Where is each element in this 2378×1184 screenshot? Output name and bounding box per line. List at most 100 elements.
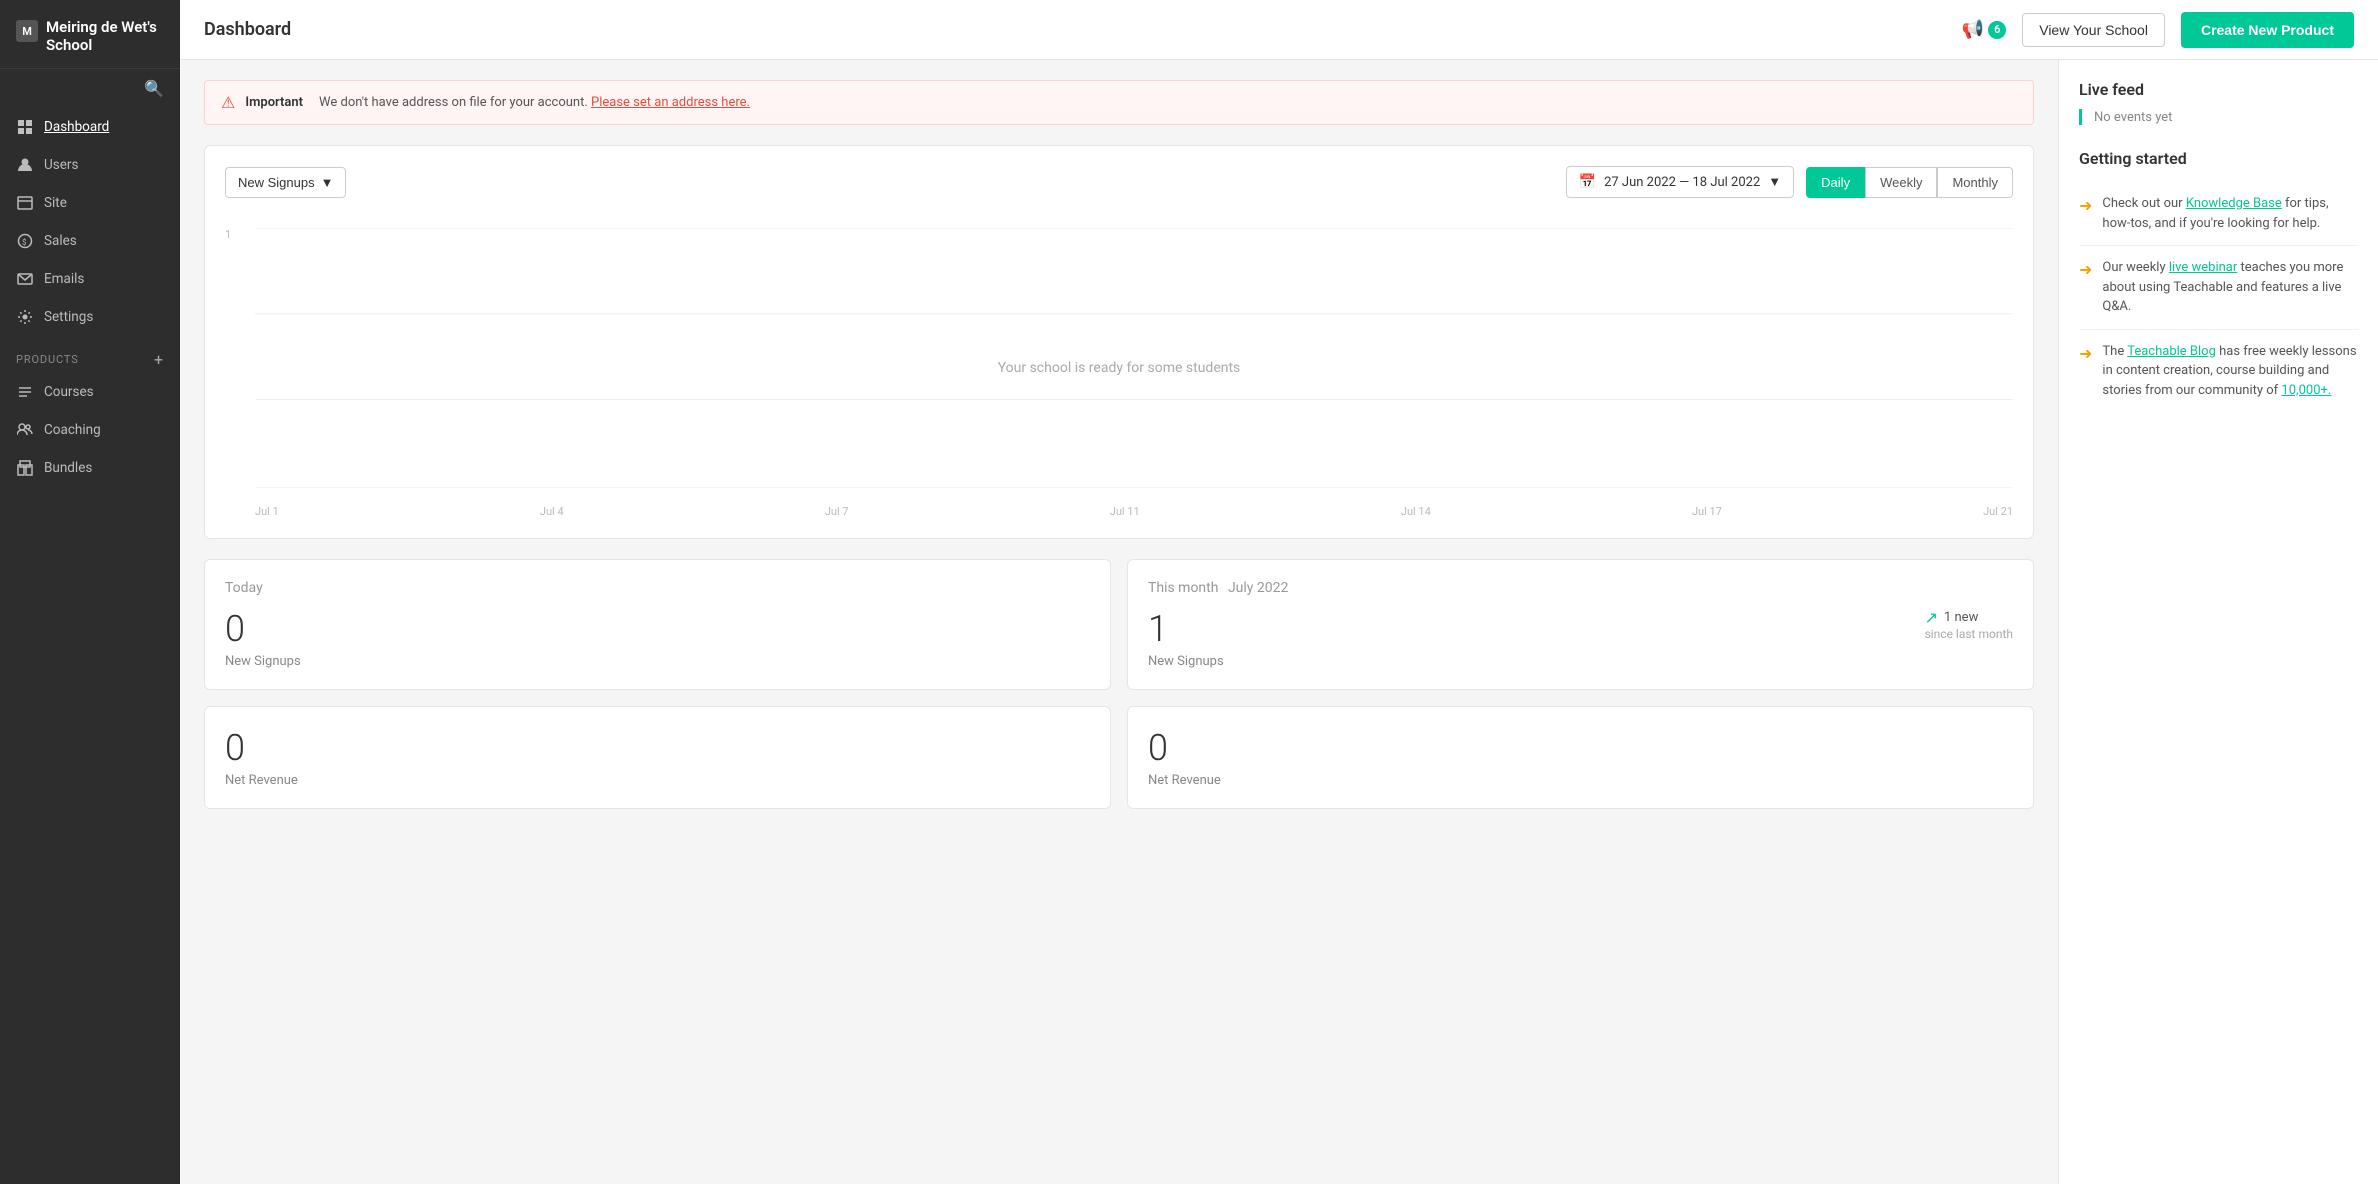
live-feed-empty: No events yet	[2094, 110, 2172, 125]
calendar-icon: 📅	[1579, 174, 1596, 190]
coaching-label: Coaching	[44, 422, 101, 438]
dashboard-icon	[16, 118, 34, 136]
date-range-picker[interactable]: 📅 27 Jun 2022 — 18 Jul 2022 ▼	[1566, 166, 1795, 198]
gs-item-2: ➜ The Teachable Blog has free weekly les…	[2079, 330, 2358, 413]
emails-icon	[16, 270, 34, 288]
view-school-button[interactable]: View Your School	[2022, 13, 2165, 47]
y-label-top: 1	[225, 228, 255, 241]
sidebar-item-coaching[interactable]: Coaching	[0, 411, 180, 449]
month-signups-inner: 1 New Signups ↗ 1 new since last month	[1148, 608, 2013, 669]
bundles-icon	[16, 459, 34, 477]
users-label: Users	[44, 157, 78, 173]
alert-label: Important	[245, 95, 303, 110]
products-section-label: PRODUCTS +	[0, 336, 180, 373]
date-range-text: 27 Jun 2022 — 18 Jul 2022	[1604, 175, 1760, 190]
sidebar-item-courses[interactable]: Courses	[0, 373, 180, 411]
gs-text-2: The Teachable Blog has free weekly lesso…	[2102, 342, 2358, 401]
sidebar-search[interactable]: 🔍	[0, 69, 180, 108]
stat-badge: ↗ 1 new	[1925, 608, 2013, 627]
x-label-7: Jul 21	[1983, 505, 2013, 518]
settings-icon	[16, 308, 34, 326]
alert-text: We don't have address on file for your a…	[319, 95, 750, 110]
gs-item-0: ➜ Check out our Knowledge Base for tips,…	[2079, 182, 2358, 246]
emails-label: Emails	[44, 271, 84, 287]
courses-label: Courses	[44, 384, 94, 400]
sidebar-item-dashboard[interactable]: Dashboard	[0, 108, 180, 146]
school-name: Meiring de Wet's School	[46, 18, 164, 54]
month-signups-value: 1	[1148, 608, 1224, 650]
users-icon	[16, 156, 34, 174]
live-webinar-link[interactable]: live webinar	[2169, 260, 2237, 275]
metric-dropdown-label: New Signups	[238, 175, 315, 190]
sidebar: M Meiring de Wet's School 🔍 Dashboard Us…	[0, 0, 180, 1184]
today-revenue-label: Net Revenue	[225, 773, 1090, 788]
site-icon	[16, 194, 34, 212]
coaching-icon	[16, 421, 34, 439]
today-revenue-card: 0 Net Revenue	[204, 706, 1111, 809]
period-weekly-button[interactable]: Weekly	[1865, 167, 1937, 198]
period-daily-button[interactable]: Daily	[1806, 167, 1865, 198]
search-icon[interactable]: 🔍	[144, 79, 164, 98]
chart-controls: New Signups ▼ 📅 27 Jun 2022 — 18 Jul 202…	[225, 166, 2013, 198]
gs-arrow-0: ➜	[2079, 196, 2092, 215]
live-feed-title: Live feed	[2079, 80, 2358, 99]
getting-started-title: Getting started	[2079, 149, 2358, 168]
svg-text:$: $	[22, 238, 27, 247]
create-product-button[interactable]: Create New Product	[2181, 12, 2354, 48]
courses-icon	[16, 383, 34, 401]
metric-dropdown[interactable]: New Signups ▼	[225, 167, 346, 198]
alert-banner: ⚠ Important We don't have address on fil…	[204, 80, 2034, 125]
bell-icon: 📢	[1962, 19, 1984, 40]
sidebar-item-site[interactable]: Site	[0, 184, 180, 222]
teachable-blog-link[interactable]: Teachable Blog	[2127, 344, 2216, 359]
sidebar-item-sales[interactable]: $ Sales	[0, 222, 180, 260]
period-monthly-button[interactable]: Monthly	[1937, 167, 2013, 198]
today-signups-label: New Signups	[225, 654, 1090, 669]
today-revenue-value: 0	[225, 727, 1090, 769]
gs-arrow-1: ➜	[2079, 260, 2092, 279]
sidebar-brand: M Meiring de Wet's School	[0, 0, 180, 69]
notification-bell[interactable]: 📢 6	[1962, 19, 2006, 40]
month-signups-label: New Signups	[1148, 654, 1224, 669]
notification-badge: 6	[1988, 21, 2006, 39]
alert-icon: ⚠	[221, 93, 235, 112]
month-header: This month July 2022	[1148, 580, 2013, 596]
stat-badge-area: ↗ 1 new since last month	[1925, 608, 2013, 641]
content-area: ⚠ Important We don't have address on fil…	[180, 60, 2378, 1184]
chevron-down-icon: ▼	[321, 175, 334, 190]
alert-link[interactable]: Please set an address here.	[591, 95, 750, 110]
trend-up-icon: ↗	[1925, 608, 1938, 627]
add-product-icon[interactable]: +	[154, 350, 164, 369]
main-content: ⚠ Important We don't have address on fil…	[180, 60, 2058, 1184]
settings-label: Settings	[44, 309, 93, 325]
gs-item-1: ➜ Our weekly live webinar teaches you mo…	[2079, 246, 2358, 330]
right-panel: Live feed No events yet Getting started …	[2058, 60, 2378, 1184]
community-link[interactable]: 10,000+.	[2281, 383, 2331, 398]
date-chevron-icon: ▼	[1768, 174, 1781, 190]
x-label-3: Jul 7	[825, 505, 849, 518]
today-signups-value: 0	[225, 608, 1090, 650]
dashboard-label: Dashboard	[44, 119, 109, 135]
chart-empty-text: Your school is ready for some students	[998, 360, 1241, 376]
knowledge-base-link[interactable]: Knowledge Base	[2186, 196, 2282, 211]
sidebar-item-emails[interactable]: Emails	[0, 260, 180, 298]
sidebar-item-users[interactable]: Users	[0, 146, 180, 184]
bundles-label: Bundles	[44, 460, 92, 476]
topbar: Dashboard 📢 6 View Your School Create Ne…	[180, 0, 2378, 60]
x-label-2: Jul 4	[540, 505, 564, 518]
sidebar-item-bundles[interactable]: Bundles	[0, 449, 180, 487]
month-value: July 2022	[1228, 580, 1288, 596]
today-signups-card: Today 0 New Signups	[204, 559, 1111, 690]
sidebar-nav: Dashboard Users Site	[0, 108, 180, 1184]
x-label-1: Jul 1	[255, 505, 279, 518]
x-label-5: Jul 14	[1401, 505, 1431, 518]
gs-text-0: Check out our Knowledge Base for tips, h…	[2102, 194, 2358, 233]
main-area: Dashboard 📢 6 View Your School Create Ne…	[180, 0, 2378, 1184]
month-revenue-card: 0 Net Revenue	[1127, 706, 2034, 809]
month-revenue-label: Net Revenue	[1148, 773, 2013, 788]
gs-arrow-2: ➜	[2079, 344, 2092, 363]
sidebar-item-settings[interactable]: Settings	[0, 298, 180, 336]
chart-area: 1 Your school is ready for some students…	[225, 218, 2013, 518]
page-title: Dashboard	[204, 19, 291, 40]
x-label-4: Jul 11	[1110, 505, 1140, 518]
